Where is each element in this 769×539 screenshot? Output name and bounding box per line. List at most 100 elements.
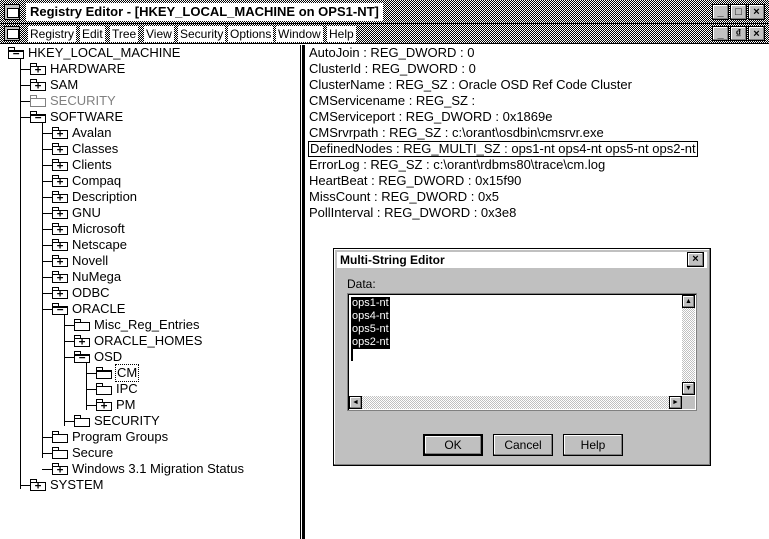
tree-item[interactable]: + Windows 3.1 Migration Status	[52, 461, 245, 477]
child-minimize-button[interactable]: _	[712, 26, 729, 41]
tree-item[interactable]: CM	[96, 364, 140, 382]
tree-item[interactable]: + Netscape	[52, 237, 128, 253]
tree-item-label: PM	[116, 397, 136, 412]
child-close-button[interactable]: ×	[748, 26, 765, 41]
scroll-left-icon[interactable]: ◄	[349, 396, 362, 409]
dialog-title[interactable]: Multi-String Editor	[337, 252, 707, 268]
tree-item-label: Secure	[72, 445, 114, 460]
folder-icon: +	[52, 127, 68, 139]
tree-item[interactable]: + SAM	[30, 77, 79, 93]
folder-icon	[52, 431, 68, 443]
tree-item[interactable]: + PM	[96, 397, 137, 413]
tree-item[interactable]: + ODBC	[52, 285, 111, 301]
tree-item-label: HARDWARE	[50, 61, 126, 76]
tree-item[interactable]: Secure	[52, 445, 114, 461]
value-row[interactable]: DefinedNodes : REG_MULTI_SZ : ops1-nt op…	[308, 141, 698, 157]
cancel-button[interactable]: Cancel	[493, 434, 553, 456]
tree-item[interactable]: + Microsoft	[52, 221, 126, 237]
value-row[interactable]: CMServiceport : REG_DWORD : 0x1869e	[308, 109, 553, 125]
tree-item[interactable]: − OSD	[74, 349, 123, 365]
tree-item[interactable]: IPC	[96, 381, 139, 397]
pane-divider	[300, 45, 301, 539]
folder-icon: +	[30, 63, 46, 75]
menu-bar: Registry Edit Tree View Security Options…	[0, 24, 769, 44]
tree-item[interactable]: + Novell	[52, 253, 109, 269]
tree-item-label: IPC	[116, 381, 138, 396]
tree-item-label: Program Groups	[72, 429, 169, 444]
folder-icon: +	[52, 463, 68, 475]
tree-item[interactable]: Misc_Reg_Entries	[74, 317, 201, 333]
tree-item[interactable]: − ORACLE	[52, 301, 126, 317]
tree-item-label: SECURITY	[50, 93, 116, 108]
vertical-scrollbar[interactable]: ▲ ▼	[682, 295, 695, 395]
title-bar[interactable]: Registry Editor - [HKEY_LOCAL_MACHINE on…	[0, 0, 769, 24]
tree-item[interactable]: + Compaq	[52, 173, 122, 189]
registry-tree[interactable]: − HKEY_LOCAL_MACHINE + HARDWARE + SAM SECURITY…	[0, 45, 300, 539]
folder-icon: +	[96, 399, 112, 411]
value-row[interactable]: ClusterId : REG_DWORD : 0	[308, 61, 477, 77]
data-line: ops2-nt	[351, 336, 390, 349]
folder-icon	[74, 415, 90, 427]
document-icon[interactable]	[4, 26, 20, 41]
tree-item[interactable]: + GNU	[52, 205, 102, 221]
scroll-right-icon[interactable]: ►	[669, 396, 682, 409]
value-row[interactable]: MissCount : REG_DWORD : 0x5	[308, 189, 500, 205]
tree-item[interactable]: SECURITY	[30, 93, 117, 109]
folder-icon	[52, 447, 68, 459]
tree-item-label: SOFTWARE	[50, 109, 124, 124]
folder-icon: +	[52, 191, 68, 203]
value-row[interactable]: CMServicename : REG_SZ :	[308, 93, 476, 109]
tree-item-label: Windows 3.1 Migration Status	[72, 461, 244, 476]
maximize-button[interactable]: □	[730, 4, 747, 20]
tree-item[interactable]: + SYSTEM	[30, 477, 104, 493]
value-row[interactable]: AutoJoin : REG_DWORD : 0	[308, 45, 475, 61]
minimize-button[interactable]: _	[712, 4, 729, 20]
tree-item[interactable]: + Clients	[52, 157, 113, 173]
dialog-close-button[interactable]: ×	[687, 252, 704, 267]
tree-item[interactable]: Program Groups	[52, 429, 169, 445]
menu-registry[interactable]: Registry	[28, 26, 77, 42]
app-icon[interactable]	[4, 4, 20, 20]
child-restore-button[interactable]: ₫	[730, 26, 747, 41]
folder-icon: +	[52, 223, 68, 235]
ok-button[interactable]: OK	[423, 434, 483, 456]
data-textarea[interactable]: ops1-nt ops4-nt ops5-nt ops2-nt ▲ ▼ ◄ ►	[347, 293, 697, 411]
pane-splitter[interactable]	[302, 45, 305, 539]
tree-item[interactable]: + Avalan	[52, 125, 113, 141]
data-line: ops1-nt	[351, 297, 390, 310]
tree-item[interactable]: + NuMega	[52, 269, 122, 285]
menu-view[interactable]: View	[144, 26, 174, 42]
menu-window[interactable]: Window	[276, 26, 323, 42]
open-folder-icon	[96, 367, 112, 379]
tree-item[interactable]: − SOFTWARE	[30, 109, 124, 125]
tree-item[interactable]: + HARDWARE	[30, 61, 126, 77]
value-row[interactable]: PollInterval : REG_DWORD : 0x3e8	[308, 205, 517, 221]
menu-security[interactable]: Security	[178, 26, 226, 42]
value-row[interactable]: CMSrvrpath : REG_SZ : c:\orant\osdbin\cm…	[308, 125, 605, 141]
folder-icon: +	[52, 207, 68, 219]
scroll-down-icon[interactable]: ▼	[682, 382, 695, 395]
data-line: ops5-nt	[351, 323, 390, 336]
menu-options[interactable]: Options	[228, 26, 274, 42]
menu-edit[interactable]: Edit	[80, 26, 105, 42]
value-row[interactable]: ClusterName : REG_SZ : Oracle OSD Ref Co…	[308, 77, 633, 93]
tree-item-label: Misc_Reg_Entries	[94, 317, 200, 332]
folder-icon: +	[52, 271, 68, 283]
scroll-up-icon[interactable]: ▲	[682, 295, 695, 308]
help-button[interactable]: Help	[563, 434, 623, 456]
tree-item[interactable]: − HKEY_LOCAL_MACHINE	[8, 45, 181, 61]
menu-help[interactable]: Help	[327, 26, 356, 42]
close-button[interactable]: ×	[748, 4, 765, 20]
horizontal-scrollbar[interactable]: ◄ ►	[349, 396, 682, 409]
tree-item-label: Classes	[72, 141, 119, 156]
tree-item[interactable]: + ORACLE_HOMES	[74, 333, 203, 349]
menu-tree[interactable]: Tree	[110, 26, 139, 42]
tree-item[interactable]: + Description	[52, 189, 138, 205]
tree-item[interactable]: SECURITY	[74, 413, 161, 429]
value-row[interactable]: HeartBeat : REG_DWORD : 0x15f90	[308, 173, 522, 189]
folder-icon: +	[52, 255, 68, 267]
tree-item-label: Novell	[72, 253, 109, 268]
value-row[interactable]: ErrorLog : REG_SZ : c:\orant\rdbms80\tra…	[308, 157, 606, 173]
tree-item[interactable]: + Classes	[52, 141, 119, 157]
folder-icon	[30, 95, 46, 107]
